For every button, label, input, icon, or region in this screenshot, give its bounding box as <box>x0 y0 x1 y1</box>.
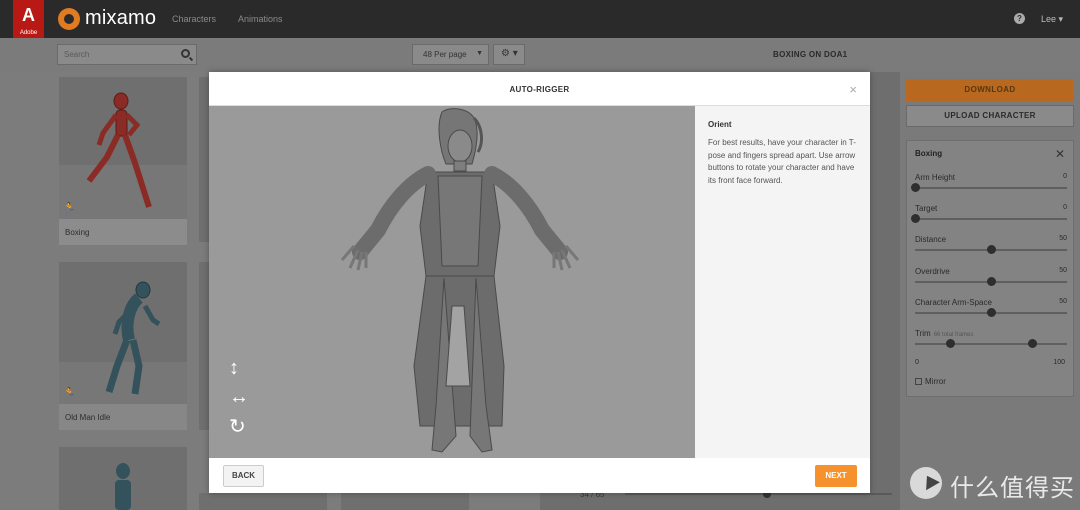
auto-rigger-modal: AUTO-RIGGER × ↕ ↔ ↻ Orient For best resu… <box>209 72 870 493</box>
trim-end-knob[interactable] <box>1028 339 1038 348</box>
nav-characters[interactable]: Characters <box>172 14 216 24</box>
param-label: Trim 66 total frames <box>915 329 973 338</box>
slider-track[interactable] <box>915 343 1067 345</box>
user-menu[interactable]: Lee ▾ <box>1041 14 1063 25</box>
per-page-select[interactable]: 48 Per page ▼ <box>412 44 489 65</box>
param-label: Target <box>915 204 938 213</box>
vertical-arrow-icon[interactable]: ↕ <box>229 358 239 378</box>
settings-title: Boxing <box>915 149 943 158</box>
grid-card-partial[interactable] <box>341 493 469 510</box>
asset-title: BOXING ON DOA1 <box>773 50 848 59</box>
slider-knob[interactable] <box>987 308 996 317</box>
trim-max-label: 100 <box>1053 359 1065 366</box>
slider-knob[interactable] <box>911 183 920 192</box>
modal-header: AUTO-RIGGER × <box>209 72 870 106</box>
param-value: 50 <box>1059 298 1067 305</box>
param-value: 50 <box>1059 235 1067 242</box>
user-name: Lee <box>1041 14 1057 24</box>
grid-card-boxing[interactable]: 🏃 Boxing <box>59 77 187 245</box>
search-icon[interactable] <box>181 49 190 58</box>
help-icon[interactable]: ? <box>1014 13 1025 24</box>
next-button[interactable]: NEXT <box>815 465 857 487</box>
trim-min-label: 0 <box>915 359 919 366</box>
slider-track[interactable] <box>915 187 1067 189</box>
settings-dropdown[interactable]: ⚙ ▾ <box>493 44 525 65</box>
trim-total-frames: 66 total frames <box>933 332 974 338</box>
character-preview[interactable]: ↕ ↔ ↻ <box>209 106 695 458</box>
animation-settings-panel: Boxing ✕ Arm Height 0 Target 0 Distance … <box>906 140 1074 397</box>
per-page-value: 48 Per page <box>423 50 467 59</box>
character-model <box>340 108 580 453</box>
modal-title: AUTO-RIGGER <box>509 85 570 94</box>
back-button[interactable]: BACK <box>223 465 264 487</box>
mixamo-logo-icon[interactable] <box>58 8 80 30</box>
param-value: 0 <box>1063 204 1067 211</box>
slider-knob[interactable] <box>987 245 996 254</box>
trim-start-knob[interactable] <box>945 339 955 348</box>
grid-card-partial[interactable] <box>199 262 209 430</box>
toolbar: 48 Per page ▼ ⚙ ▾ BOXING ON DOA1 <box>0 38 1080 72</box>
close-icon[interactable]: × <box>849 82 857 97</box>
partial-figure <box>115 463 131 510</box>
search-input[interactable] <box>64 48 174 61</box>
grid-card-partial[interactable] <box>59 447 187 510</box>
slider-knob[interactable] <box>987 277 996 286</box>
mirror-checkbox[interactable]: Mirror <box>915 377 946 386</box>
card-label: Boxing <box>59 219 187 245</box>
trim-label: Trim <box>915 329 931 338</box>
timeline-track[interactable] <box>625 493 892 495</box>
param-label: Distance <box>915 235 947 244</box>
download-button[interactable]: DOWNLOAD <box>906 79 1074 101</box>
upload-character-button[interactable]: UPLOAD CHARACTER <box>906 105 1074 127</box>
character-thumbnail: 🏃 <box>59 262 187 404</box>
grid-card-partial[interactable] <box>199 493 327 510</box>
rotate-icon[interactable]: ↻ <box>229 417 246 437</box>
mirror-label: Mirror <box>925 377 946 386</box>
chevron-down-icon: ▼ <box>476 50 483 57</box>
param-value: 50 <box>1059 267 1067 274</box>
old-man-figure <box>59 281 187 404</box>
info-heading: Orient <box>708 120 732 129</box>
param-label: Arm Height <box>915 173 956 182</box>
watermark-logo-icon <box>910 467 942 499</box>
gear-icon: ⚙ ▾ <box>501 48 518 59</box>
param-label: Overdrive <box>915 267 950 276</box>
horizontal-arrow-icon[interactable]: ↔ <box>229 387 249 407</box>
character-thumbnail: 🏃 <box>59 77 187 219</box>
caret-down-icon: ▾ <box>1056 14 1064 24</box>
info-text: For best results, have your character in… <box>708 138 856 185</box>
slider-track[interactable] <box>915 218 1067 220</box>
close-icon[interactable]: ✕ <box>1055 147 1065 161</box>
app-name[interactable]: mixamo <box>85 7 156 30</box>
adobe-label: Adobe <box>19 30 38 36</box>
top-bar: A Adobe mixamo Characters Animations ? L… <box>0 0 1080 52</box>
orient-instructions: Orient For best results, have your chara… <box>695 106 870 458</box>
grid-card-old-man-idle[interactable]: 🏃 Old Man Idle <box>59 262 187 430</box>
checkbox-icon <box>915 378 922 386</box>
slider-knob[interactable] <box>911 214 920 223</box>
param-value: 0 <box>1063 173 1067 180</box>
animation-type-icon: 🏃 <box>63 388 76 399</box>
animation-type-icon: 🏃 <box>63 203 76 214</box>
adobe-glyph-icon: A <box>22 5 35 25</box>
nav-animations[interactable]: Animations <box>238 14 283 24</box>
modal-footer: BACK NEXT <box>209 458 870 493</box>
watermark-text: 什么值得买 <box>950 474 1075 502</box>
param-label: Character Arm-Space <box>915 298 992 307</box>
search-box <box>57 44 197 65</box>
boxing-figure <box>59 92 187 219</box>
card-label: Old Man Idle <box>59 404 187 430</box>
grid-card-partial[interactable] <box>199 77 209 242</box>
